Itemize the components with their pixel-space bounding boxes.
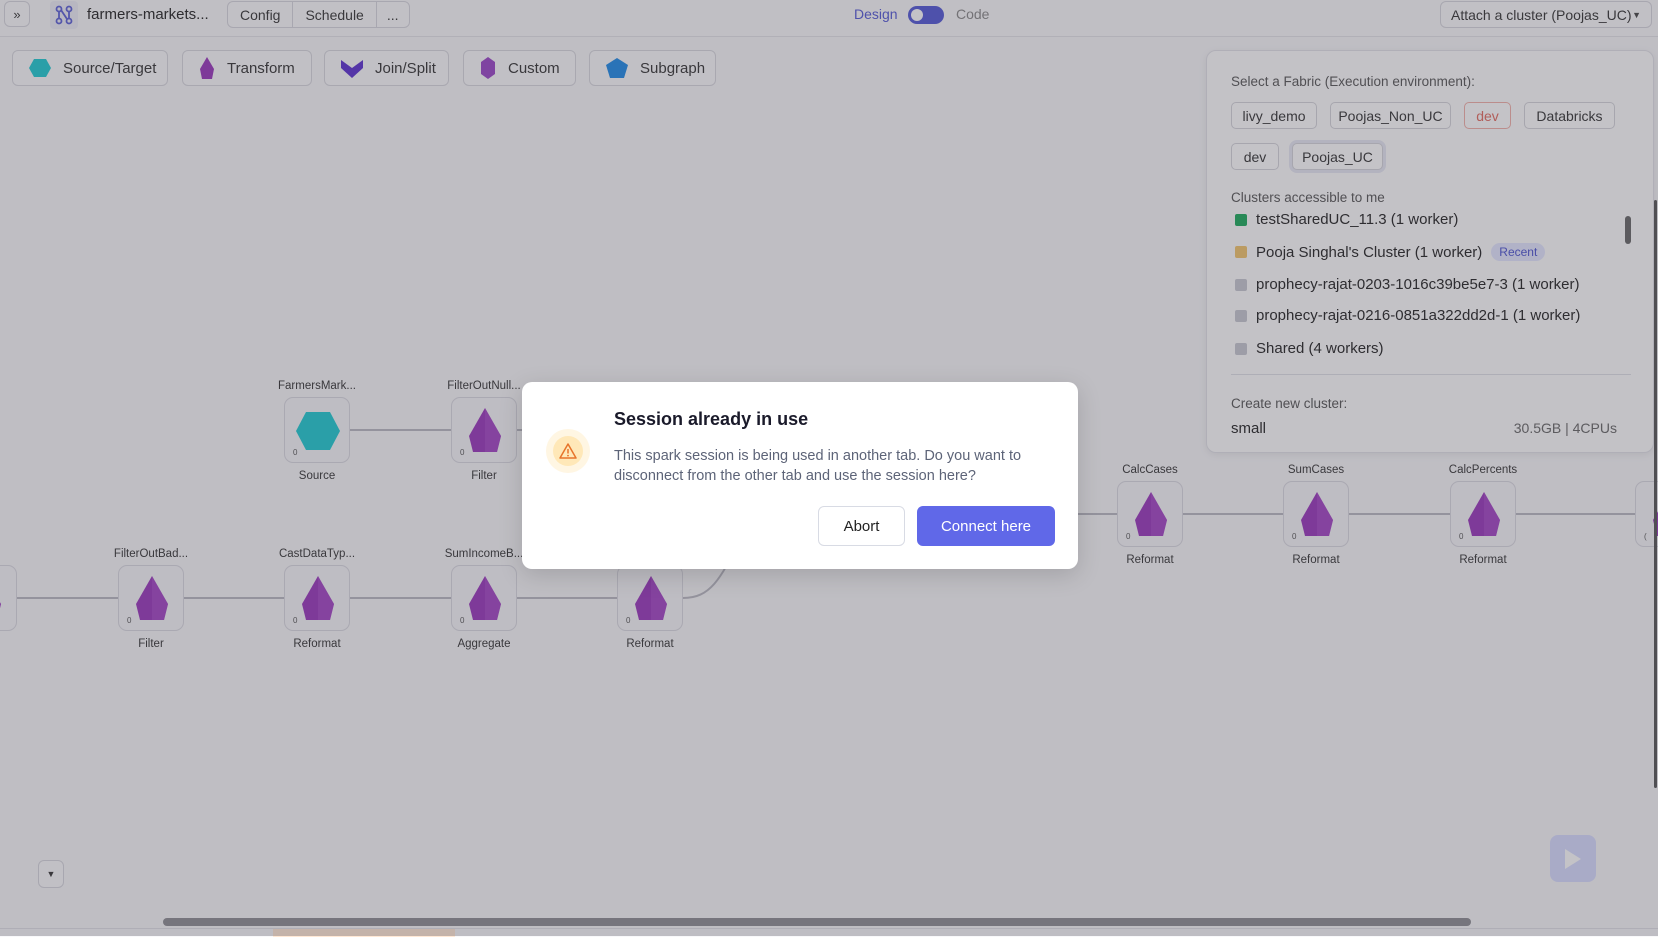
connect-here-button[interactable]: Connect here xyxy=(917,506,1055,546)
dialog-title: Session already in use xyxy=(614,409,809,429)
session-dialog: Session already in use This spark sessio… xyxy=(522,382,1078,569)
dialog-body: This spark session is being used in anot… xyxy=(614,448,1022,484)
warning-icon xyxy=(546,429,590,473)
abort-button[interactable]: Abort xyxy=(818,506,905,546)
